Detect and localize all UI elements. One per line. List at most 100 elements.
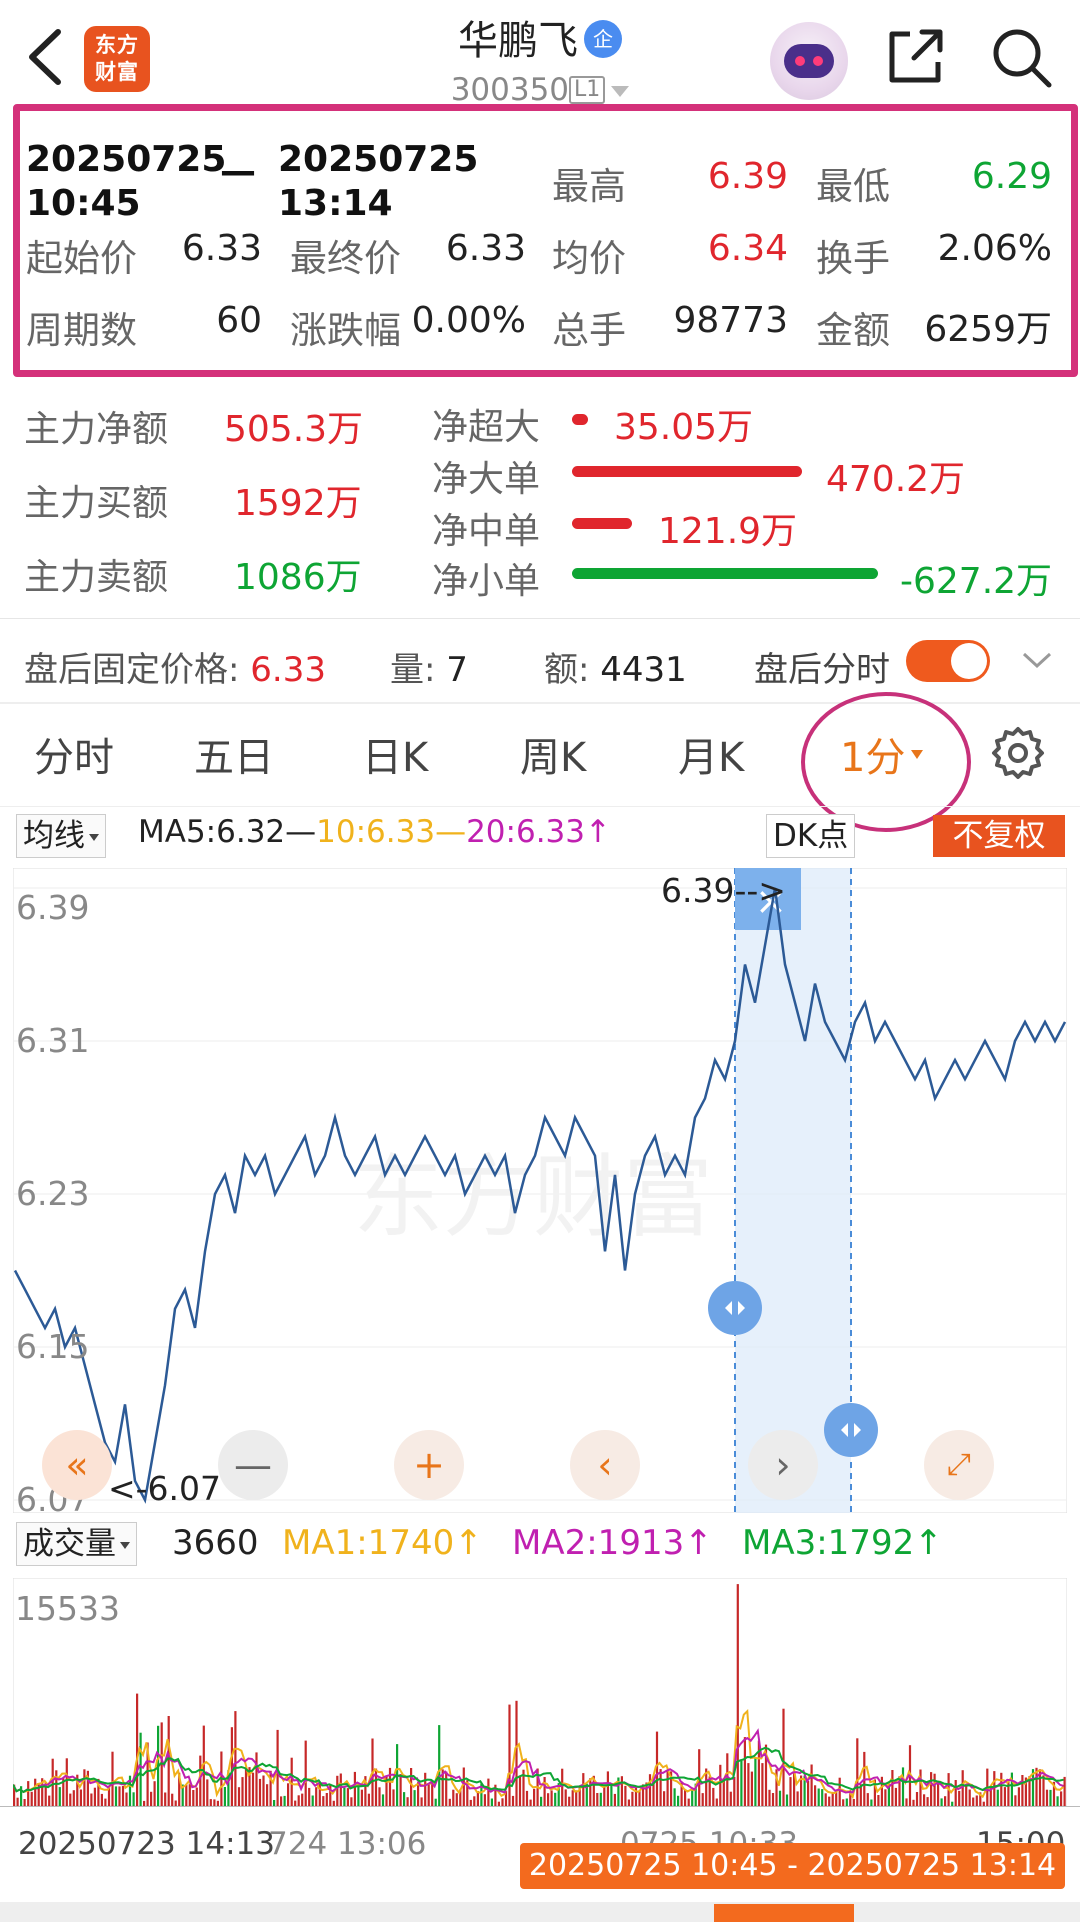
volume-bar — [968, 1789, 971, 1806]
volume-bar — [561, 1768, 564, 1806]
volume-bar — [599, 1792, 602, 1806]
volume-bar — [339, 1773, 342, 1806]
volume-bar — [58, 1787, 61, 1806]
volume-bar — [547, 1793, 550, 1806]
dk-point-button[interactable]: DK点 — [766, 814, 856, 858]
axis-line — [0, 1806, 1080, 1807]
volume-bar — [761, 1763, 764, 1806]
volume-bar — [568, 1796, 571, 1806]
volume-bar — [367, 1793, 370, 1806]
adjust-badge[interactable]: 不复权 — [933, 815, 1065, 857]
rewind-button[interactable]: « — [42, 1430, 112, 1500]
next-button[interactable]: › — [748, 1430, 818, 1500]
volume-bar — [462, 1767, 465, 1806]
verified-badge-icon: 企 — [584, 20, 622, 58]
tab-five-day[interactable]: 五日 — [194, 725, 274, 783]
volume-bar — [1045, 1789, 1049, 1806]
volume-bar — [501, 1798, 504, 1806]
volume-selector[interactable]: 成交量 — [16, 1522, 137, 1566]
volume-ma1: MA1:1740↑ — [282, 1523, 483, 1563]
volume-bar — [905, 1798, 908, 1806]
volume-bar — [634, 1786, 638, 1806]
volume-bar — [540, 1796, 543, 1806]
volume-bar — [965, 1783, 968, 1806]
tab-daily-k[interactable]: 日K — [362, 725, 428, 783]
volume-bar — [1021, 1775, 1024, 1806]
volume-bar — [280, 1796, 283, 1806]
volume-bar — [1014, 1795, 1017, 1806]
ai-assistant-icon[interactable] — [770, 22, 848, 100]
volume-bar — [150, 1791, 153, 1806]
ma-selector[interactable]: 均线 — [16, 814, 106, 858]
range-scroll-track[interactable] — [0, 1902, 1080, 1922]
volume-bar — [195, 1787, 198, 1806]
volume-bar — [810, 1764, 813, 1806]
volume-bar — [1017, 1787, 1020, 1806]
volume-bar — [750, 1771, 753, 1806]
search-icon[interactable] — [988, 24, 1054, 90]
volume-bar — [620, 1776, 623, 1806]
top-header: 东方 财富 华鹏飞企 300350 L1 — [0, 0, 1080, 110]
price-chart[interactable]: 东方财富 × 6.39--> <-6.07 — [13, 868, 1067, 1513]
tab-monthly-k[interactable]: 月K — [678, 725, 744, 783]
volume-ma2: MA2:1913↑ — [512, 1523, 713, 1563]
volume-bar — [880, 1776, 883, 1806]
volume-bar — [564, 1789, 567, 1806]
volume-bar — [350, 1797, 353, 1806]
volume-bar — [403, 1792, 406, 1806]
volume-bar — [845, 1798, 848, 1806]
volume-bar — [543, 1777, 546, 1806]
small-value: -627.2万 — [900, 561, 1053, 602]
volume-bar — [262, 1775, 265, 1806]
prev-button[interactable]: ‹ — [570, 1430, 640, 1500]
volume-bar — [684, 1789, 687, 1806]
volume-bar — [719, 1764, 722, 1806]
volume-bar — [255, 1752, 258, 1806]
volume-bar — [733, 1776, 736, 1806]
volume-bar — [740, 1760, 743, 1806]
share-icon[interactable] — [884, 24, 948, 88]
main-sell-value: 1086万 — [234, 557, 362, 598]
main-sell-label: 主力卖额 — [24, 557, 169, 598]
volume-bar — [104, 1798, 107, 1806]
time-label-left: 20250723 14:13 — [18, 1826, 275, 1862]
volume-chart[interactable]: 15533 — [13, 1578, 1067, 1806]
periods-label: 周期数 — [26, 309, 137, 352]
volume-bar — [747, 1763, 750, 1806]
volume-bar — [771, 1793, 775, 1806]
amount-value: 6259万 — [924, 309, 1052, 350]
volume-bar — [360, 1789, 363, 1806]
zoom-out-button[interactable]: — — [218, 1430, 288, 1500]
volume-bar — [715, 1798, 718, 1806]
range-separator: — — [220, 151, 256, 192]
low-annotation: <-6.07 — [108, 1469, 221, 1508]
tab-intraday[interactable]: 分时 — [34, 725, 114, 783]
tab-weekly-k[interactable]: 周K — [520, 725, 586, 783]
volume-current: 3660 — [172, 1523, 259, 1563]
gear-icon[interactable] — [990, 725, 1046, 781]
chevron-down-icon[interactable] — [1020, 648, 1054, 672]
volume-bar — [417, 1782, 420, 1806]
high-annotation: 6.39--> — [661, 871, 786, 910]
volume-bar — [420, 1797, 423, 1806]
volume-bar — [582, 1773, 585, 1806]
zoom-in-button[interactable]: + — [394, 1430, 464, 1500]
volume-bar — [139, 1732, 142, 1806]
volume-bar — [34, 1778, 37, 1806]
volume-bar — [691, 1788, 694, 1806]
volume-bar — [244, 1769, 248, 1806]
volume-bar — [237, 1787, 241, 1806]
volume-bar — [778, 1790, 782, 1806]
range-scroll-thumb[interactable] — [714, 1904, 854, 1922]
after-hours-toggle[interactable] — [906, 640, 990, 682]
volume-bar — [673, 1788, 676, 1806]
volume-bar — [831, 1792, 834, 1806]
fullscreen-button[interactable]: ⤢ — [924, 1430, 994, 1500]
volume-bar — [483, 1794, 486, 1806]
volume-bar — [424, 1772, 427, 1806]
volume-bar — [353, 1771, 356, 1806]
volume-bar — [111, 1751, 114, 1806]
volume-bar — [996, 1789, 999, 1806]
close-value: 6.33 — [445, 228, 526, 269]
volume-bar — [677, 1795, 680, 1806]
